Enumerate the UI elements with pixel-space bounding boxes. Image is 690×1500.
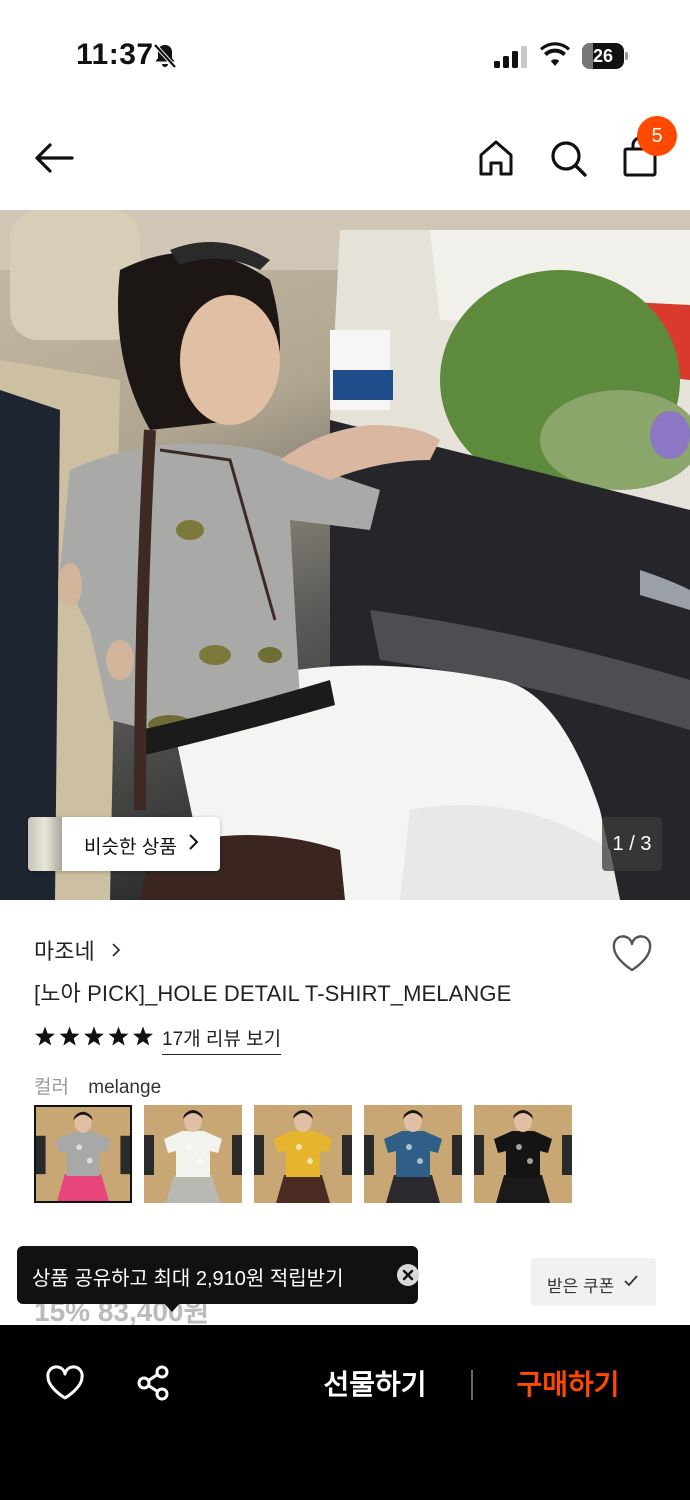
similar-products-button[interactable]: 비슷한 상품: [28, 817, 220, 871]
received-coupon-button[interactable]: 받은 쿠폰: [531, 1258, 656, 1306]
check-icon: [624, 1275, 638, 1287]
bell-slash-icon: [153, 43, 177, 69]
swatch-thumbnail: [474, 1105, 572, 1203]
product-image[interactable]: 비슷한 상품 1 / 3: [0, 210, 690, 900]
buy-button[interactable]: 구매하기: [500, 1363, 636, 1407]
bottom-action-bar: 선물하기 구매하기: [0, 1325, 690, 1500]
similar-product-thumbnail: [28, 817, 62, 871]
color-swatch[interactable]: [254, 1105, 352, 1203]
signal-icon: [494, 46, 527, 68]
color-swatch-list: [34, 1105, 594, 1205]
wifi-icon: [540, 42, 570, 66]
brand-link[interactable]: 마조네: [34, 934, 121, 966]
color-swatch[interactable]: [364, 1105, 462, 1203]
star-icon: [133, 1026, 153, 1046]
rating-stars: [35, 1026, 153, 1046]
heart-icon[interactable]: [611, 934, 653, 974]
color-label: 컬러: [34, 1077, 69, 1098]
coupon-label: 받은 쿠폰: [547, 1277, 615, 1296]
swatch-thumbnail: [36, 1107, 130, 1201]
battery-level: 26: [592, 46, 614, 66]
top-nav-bar: 5: [0, 110, 690, 210]
chevron-right-icon: [189, 834, 199, 850]
color-swatch[interactable]: [34, 1105, 132, 1203]
close-icon[interactable]: [397, 1264, 419, 1286]
product-photo: [0, 210, 690, 900]
back-arrow-icon[interactable]: [32, 140, 76, 176]
status-time: 11:37: [76, 38, 154, 71]
star-icon: [108, 1026, 129, 1046]
swatch-thumbnail: [144, 1105, 242, 1203]
home-icon[interactable]: [476, 138, 516, 178]
heart-icon[interactable]: [46, 1365, 84, 1401]
color-value: melange: [88, 1077, 162, 1098]
swatch-thumbnail: [254, 1105, 352, 1203]
swatch-thumbnail: [364, 1105, 462, 1203]
search-icon[interactable]: [548, 138, 588, 178]
review-link[interactable]: 17개 리뷰 보기: [162, 1024, 282, 1055]
color-swatch[interactable]: [474, 1105, 572, 1203]
brand-name: 마조네: [34, 939, 95, 964]
star-icon: [84, 1026, 104, 1046]
similar-products-label: 비슷한 상품: [84, 837, 177, 858]
star-icon: [59, 1026, 80, 1046]
product-title: [노아 PICK]_HOLE DETAIL T-SHIRT_MELANGE: [34, 981, 512, 1006]
button-divider: [471, 1370, 473, 1400]
share-icon[interactable]: [136, 1365, 170, 1401]
color-swatch[interactable]: [144, 1105, 242, 1203]
star-icon: [35, 1026, 55, 1046]
share-reward-toast[interactable]: 상품 공유하고 최대 2,910원 적립받기: [17, 1246, 419, 1312]
status-bar: 11:37 26: [0, 0, 690, 110]
cart-count-badge: 5: [637, 116, 677, 156]
battery-icon: 26: [582, 43, 628, 69]
image-page-counter: 1 / 3: [602, 817, 662, 871]
gift-button[interactable]: 선물하기: [310, 1363, 440, 1407]
chevron-right-icon: [112, 943, 121, 957]
toast-message: 상품 공유하고 최대 2,910원 적립받기: [32, 1268, 344, 1290]
toast-pointer: [163, 1302, 181, 1312]
color-row: 컬러 melange: [34, 1072, 161, 1099]
